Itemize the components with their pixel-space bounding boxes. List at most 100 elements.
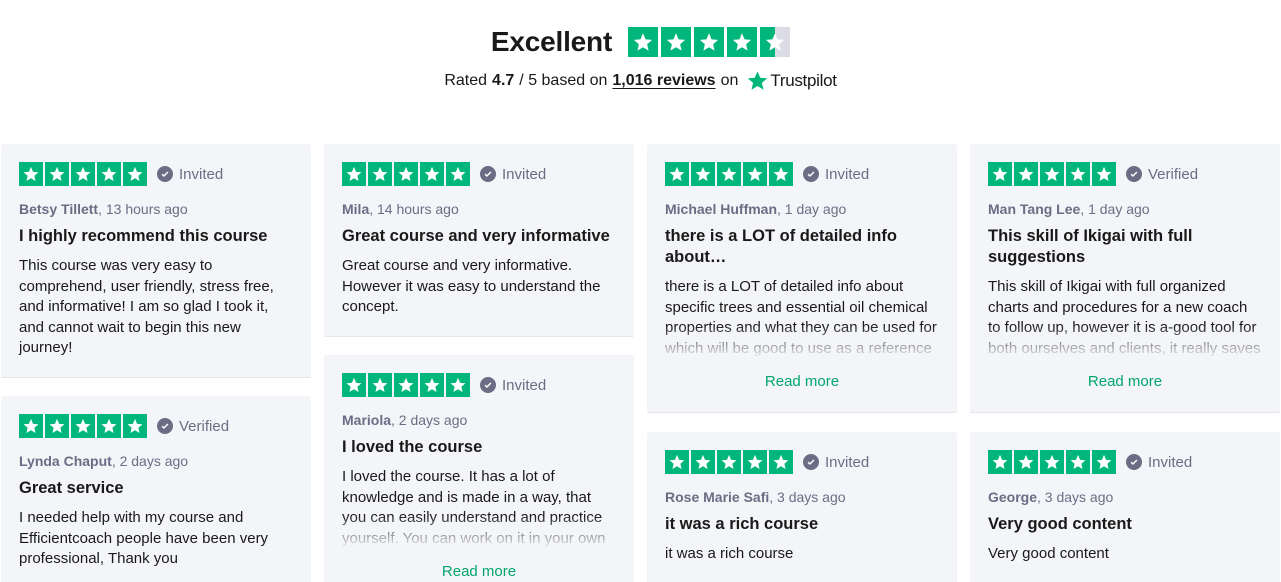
star-icon <box>97 162 121 186</box>
review-meta: Mila, 14 hours ago <box>342 201 459 217</box>
review-title[interactable]: it was a rich course <box>665 514 939 535</box>
read-more-link[interactable]: Read more <box>665 373 939 390</box>
review-card[interactable]: Verified Lynda Chaput, 2 days ago Great … <box>1 396 311 582</box>
star-icon <box>988 162 1012 186</box>
trustpilot-logo[interactable]: Trustpilot <box>747 70 837 91</box>
review-author[interactable]: Betsy Tillett <box>19 201 98 217</box>
star-icon <box>342 162 366 186</box>
review-card[interactable]: Verified Man Tang Lee, 1 day ago This sk… <box>970 144 1280 412</box>
rating-word: Excellent <box>490 26 613 57</box>
badge-label: Invited <box>1148 453 1193 471</box>
star-icon <box>368 162 392 186</box>
review-card[interactable]: Invited Mila, 14 hours ago Great course … <box>324 144 634 336</box>
review-author[interactable]: George <box>988 489 1037 505</box>
star-icon <box>420 162 444 186</box>
trustpilot-brand: Trustpilot <box>770 70 837 90</box>
star-icon <box>1066 162 1090 186</box>
score-suffix: / 5 based on <box>519 71 608 89</box>
half-star-icon <box>760 27 791 57</box>
review-card[interactable]: Invited Michael Huffman, 1 day ago there… <box>647 144 957 412</box>
star-icon <box>717 162 741 186</box>
star-icon <box>342 373 366 397</box>
reviews-count-link[interactable]: 1,016 reviews <box>612 72 715 90</box>
check-circle-icon <box>480 166 496 182</box>
review-time: 2 days ago <box>398 412 468 428</box>
badge-label: Verified <box>1148 165 1199 183</box>
star-icon <box>691 162 715 186</box>
star-icon <box>743 162 767 186</box>
review-stars <box>988 450 1116 474</box>
review-title[interactable]: Great service <box>19 478 293 499</box>
review-body: Very good content <box>988 545 1109 562</box>
review-author[interactable]: Man Tang Lee <box>988 201 1080 217</box>
badge-label: Invited <box>825 453 870 471</box>
review-body: there is a LOT of detailed info about sp… <box>665 277 939 359</box>
check-circle-icon <box>480 377 496 393</box>
review-time: 3 days ago <box>1044 489 1114 505</box>
star-icon <box>446 373 470 397</box>
review-stars <box>665 162 793 186</box>
star-icon <box>694 27 725 57</box>
review-card[interactable]: Invited Rose Marie Safi, 3 days ago it w… <box>647 432 957 582</box>
badge-label: Invited <box>179 165 224 183</box>
star-icon <box>123 162 147 186</box>
review-title[interactable]: This skill of Ikigai with full suggestio… <box>988 226 1262 268</box>
overall-score: 4.7 <box>492 71 515 89</box>
badge-label: Verified <box>179 417 230 435</box>
badge-label: Invited <box>502 165 547 183</box>
review-author[interactable]: Mariola <box>342 412 391 428</box>
review-title[interactable]: Great course and very informative <box>342 226 616 247</box>
star-icon <box>19 162 43 186</box>
review-author[interactable]: Rose Marie Safi <box>665 489 769 505</box>
review-time: 13 hours ago <box>105 201 188 217</box>
review-meta: Betsy Tillett, 13 hours ago <box>19 201 188 217</box>
star-icon <box>123 414 147 438</box>
star-icon <box>97 414 121 438</box>
rating-header: Excellent <box>0 26 1281 58</box>
review-card[interactable]: Invited Mariola, 2 days ago I loved the … <box>324 355 634 582</box>
review-badge: Verified <box>157 418 229 435</box>
review-card[interactable]: Invited George, 3 days ago Very good con… <box>970 432 1280 582</box>
on-label: on <box>720 71 739 89</box>
review-title[interactable]: Very good content <box>988 514 1262 535</box>
star-icon <box>1040 450 1064 474</box>
star-icon <box>769 162 793 186</box>
review-body: This skill of Ikigai with full organized… <box>988 277 1262 359</box>
review-body: This course was very easy to comprehend,… <box>19 257 274 357</box>
review-meta: George, 3 days ago <box>988 489 1114 505</box>
review-card[interactable]: Invited Betsy Tillett, 13 hours ago I hi… <box>1 144 311 377</box>
review-body: I loved the course. It has a lot of know… <box>342 467 616 549</box>
review-badge: Invited <box>1126 454 1192 471</box>
read-more-link[interactable]: Read more <box>342 563 616 580</box>
star-icon <box>665 162 689 186</box>
star-icon <box>446 162 470 186</box>
star-icon <box>1040 162 1064 186</box>
review-author[interactable]: Lynda Chaput <box>19 453 112 469</box>
badge-label: Invited <box>825 165 870 183</box>
check-circle-icon <box>1126 166 1142 182</box>
overall-stars <box>628 27 791 57</box>
rating-summary: Rated 4.7 / 5 based on 1,016 reviews on … <box>0 70 1281 91</box>
review-title[interactable]: there is a LOT of detailed info about… <box>665 226 939 268</box>
review-stars <box>665 450 793 474</box>
review-body: it was a rich course <box>665 545 794 562</box>
star-icon <box>19 414 43 438</box>
check-circle-icon <box>1126 454 1142 470</box>
review-author[interactable]: Mila <box>342 201 369 217</box>
review-time: 14 hours ago <box>377 201 459 217</box>
review-meta: Man Tang Lee, 1 day ago <box>988 201 1150 217</box>
review-meta: Rose Marie Safi, 3 days ago <box>665 489 846 505</box>
read-more-link[interactable]: Read more <box>988 373 1262 390</box>
review-badge: Verified <box>1126 166 1198 183</box>
review-author[interactable]: Michael Huffman <box>665 201 777 217</box>
trustpilot-star-icon <box>748 71 768 90</box>
review-title[interactable]: I loved the course <box>342 437 616 458</box>
star-icon <box>691 450 715 474</box>
review-badge: Invited <box>480 377 546 394</box>
review-meta: Lynda Chaput, 2 days ago <box>19 453 189 469</box>
star-icon <box>1066 450 1090 474</box>
star-icon <box>394 162 418 186</box>
badge-label: Invited <box>502 376 547 394</box>
review-title[interactable]: I highly recommend this course <box>19 226 293 247</box>
review-time: 1 day ago <box>1088 201 1150 217</box>
